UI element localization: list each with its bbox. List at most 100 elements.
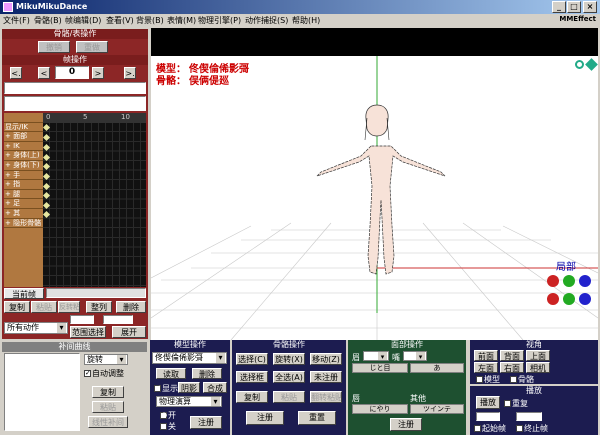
minimize-button[interactable]: _ bbox=[552, 1, 566, 13]
eyebrow-select[interactable] bbox=[363, 351, 389, 361]
face-register-button[interactable]: 注册 bbox=[390, 418, 422, 431]
view-camera-button[interactable]: 相机 bbox=[526, 362, 550, 373]
menu-motion-capture[interactable]: 动作捕捉(S) bbox=[245, 15, 288, 26]
shadow-button[interactable]: 阴影 bbox=[178, 382, 200, 393]
menu-bone[interactable]: 骨骼(B) bbox=[34, 15, 62, 26]
interp-copy-button[interactable]: 复制 bbox=[92, 386, 124, 398]
unregistered-button[interactable]: 未注册 bbox=[310, 371, 342, 383]
copy-frame-button[interactable]: 复制 bbox=[4, 301, 30, 313]
menu-background[interactable]: 背景(B) bbox=[136, 15, 164, 26]
view-front-button[interactable]: 前面 bbox=[474, 350, 498, 361]
eyebrow-slider[interactable]: じと目 bbox=[352, 363, 408, 373]
physics-on-radio[interactable]: ● 开 bbox=[160, 410, 176, 421]
bone-name-field[interactable] bbox=[4, 82, 146, 94]
physics-off-radio[interactable]: 关 bbox=[160, 421, 176, 432]
organize-button[interactable]: 整列 bbox=[86, 301, 112, 313]
box-select-button[interactable]: 选择框 bbox=[236, 371, 268, 383]
range-to-input[interactable] bbox=[103, 315, 133, 324]
to-frame-checkbox[interactable]: 终止帧 bbox=[516, 423, 548, 434]
delete-frame-button[interactable]: 删除 bbox=[116, 301, 146, 313]
range-from-input[interactable] bbox=[70, 315, 94, 324]
prev-key-button[interactable]: <. bbox=[10, 67, 22, 79]
mouth-slider[interactable]: あ bbox=[410, 363, 464, 373]
bone-register-button[interactable]: 注册 bbox=[246, 411, 284, 425]
physics-select[interactable]: 物理演算 bbox=[156, 396, 222, 407]
track-item[interactable]: + 隐形骨骼 bbox=[4, 219, 43, 229]
bone-reset-button[interactable]: 重置 bbox=[298, 411, 336, 425]
bone-reverse-paste-button[interactable]: 翻转粘贴 bbox=[310, 391, 342, 403]
track-item[interactable]: + 其 bbox=[4, 209, 43, 219]
menu-mmeffect[interactable]: MMEffect bbox=[559, 15, 596, 23]
view-back-button[interactable]: 背面 bbox=[500, 350, 524, 361]
next-key-button[interactable]: >. bbox=[124, 67, 136, 79]
track-item[interactable] bbox=[4, 113, 43, 123]
from-frame-checkbox[interactable]: 起始帧 bbox=[474, 423, 506, 434]
mouth-select[interactable] bbox=[403, 351, 427, 361]
model-figure[interactable] bbox=[316, 104, 446, 275]
lip-slider[interactable]: にやり bbox=[352, 404, 408, 414]
view-bone-label: 骨骼 bbox=[518, 375, 534, 384]
bone-rotate-button[interactable]: 旋转(X) bbox=[273, 353, 305, 365]
model-select[interactable]: 佟偰倫俙影彁 bbox=[152, 352, 227, 364]
menu-expression[interactable]: 表情(M) bbox=[167, 15, 196, 26]
close-button[interactable]: × bbox=[583, 1, 597, 13]
delete-model-button[interactable]: 删除 bbox=[192, 368, 222, 379]
3d-viewport[interactable]: 模型： 佟偰倫俙影彁 骨骼： 俣俩偍廵 局部 bbox=[151, 28, 598, 340]
model-register-button[interactable]: 注册 bbox=[190, 416, 222, 429]
auto-adjust-checkbox[interactable]: ✓ 自动调整 bbox=[84, 368, 124, 379]
track-item[interactable]: 显示/IK bbox=[4, 123, 43, 133]
interp-type-select[interactable]: 旋转 bbox=[84, 354, 128, 365]
track-item[interactable]: + 指 bbox=[4, 180, 43, 190]
view-right-button[interactable]: 右面 bbox=[500, 362, 524, 373]
bone-select-button[interactable]: 选择(C) bbox=[236, 353, 268, 365]
menu-help[interactable]: 帮助(H) bbox=[292, 15, 320, 26]
add-model-button[interactable]: 合成 bbox=[203, 382, 227, 393]
redo-button[interactable]: 重做 bbox=[76, 41, 108, 53]
interp-paste-button[interactable]: 粘贴 bbox=[92, 401, 124, 413]
paste-frame-button[interactable]: 粘贴 bbox=[31, 301, 57, 313]
timeline-track-list[interactable]: 显示/IK + 面部 + IK + 身体(上) + 身体(下) + 手 + 指 … bbox=[4, 113, 43, 287]
track-item[interactable]: + 足 bbox=[4, 199, 43, 209]
view-bone-checkbox[interactable]: 骨骼 bbox=[510, 374, 534, 385]
range-select-button[interactable]: 范围选择 bbox=[70, 326, 106, 338]
track-item[interactable]: + 面部 bbox=[4, 132, 43, 142]
show-model-checkbox[interactable]: ✓ 显示 bbox=[154, 383, 178, 394]
frame-scrollbar[interactable] bbox=[46, 288, 146, 298]
ruler-tick: 10 bbox=[121, 113, 130, 121]
maximize-button[interactable]: □ bbox=[567, 1, 581, 13]
track-item[interactable]: + IK bbox=[4, 142, 43, 152]
select-all-button[interactable]: 全选(A) bbox=[273, 371, 305, 383]
view-top-button[interactable]: 上面 bbox=[526, 350, 550, 361]
bone-copy-button[interactable]: 复制 bbox=[236, 391, 268, 403]
load-model-button[interactable]: 读取 bbox=[156, 368, 186, 379]
menu-frame-edit[interactable]: 帧编辑(D) bbox=[65, 15, 101, 26]
menu-view[interactable]: 查看(V) bbox=[106, 15, 134, 26]
bone-move-button[interactable]: 移动(Z) bbox=[310, 353, 342, 365]
frame-number-input[interactable]: 0 bbox=[55, 66, 89, 79]
track-item[interactable]: + 身体(下) bbox=[4, 161, 43, 171]
menu-file[interactable]: 文件(F) bbox=[3, 15, 30, 26]
play-button[interactable]: 播放 bbox=[476, 396, 500, 409]
expand-button[interactable]: 展开 bbox=[112, 326, 146, 338]
track-item[interactable]: + 手 bbox=[4, 171, 43, 181]
repeat-checkbox[interactable]: 重复 bbox=[504, 398, 528, 409]
undo-button[interactable]: 撤销 bbox=[38, 41, 70, 53]
bone-paste-button[interactable]: 粘贴 bbox=[273, 391, 305, 403]
axis-gizmo[interactable] bbox=[547, 275, 593, 309]
view-left-button[interactable]: 左面 bbox=[474, 362, 498, 373]
interp-curve-editor[interactable] bbox=[4, 353, 80, 431]
other-slider[interactable]: ツインテ bbox=[410, 404, 464, 414]
menu-physics[interactable]: 物理引擎(P) bbox=[198, 15, 241, 26]
play-to-input[interactable] bbox=[516, 412, 542, 421]
next-frame-button[interactable]: > bbox=[92, 67, 104, 79]
zoom-icon[interactable] bbox=[575, 60, 584, 69]
view-model-checkbox[interactable]: 模型 bbox=[476, 374, 500, 385]
play-from-input[interactable] bbox=[476, 412, 500, 421]
prev-frame-button[interactable]: < bbox=[38, 67, 50, 79]
timeline-grid[interactable] bbox=[43, 113, 146, 287]
linear-interp-button[interactable]: 线性补间 bbox=[88, 416, 128, 428]
track-item[interactable]: + 腿 bbox=[4, 190, 43, 200]
track-item[interactable]: + 身体(上) bbox=[4, 151, 43, 161]
reverse-paste-button[interactable]: 反转粘贴 bbox=[58, 301, 80, 313]
action-filter-select[interactable]: 所有动作 bbox=[4, 322, 68, 334]
